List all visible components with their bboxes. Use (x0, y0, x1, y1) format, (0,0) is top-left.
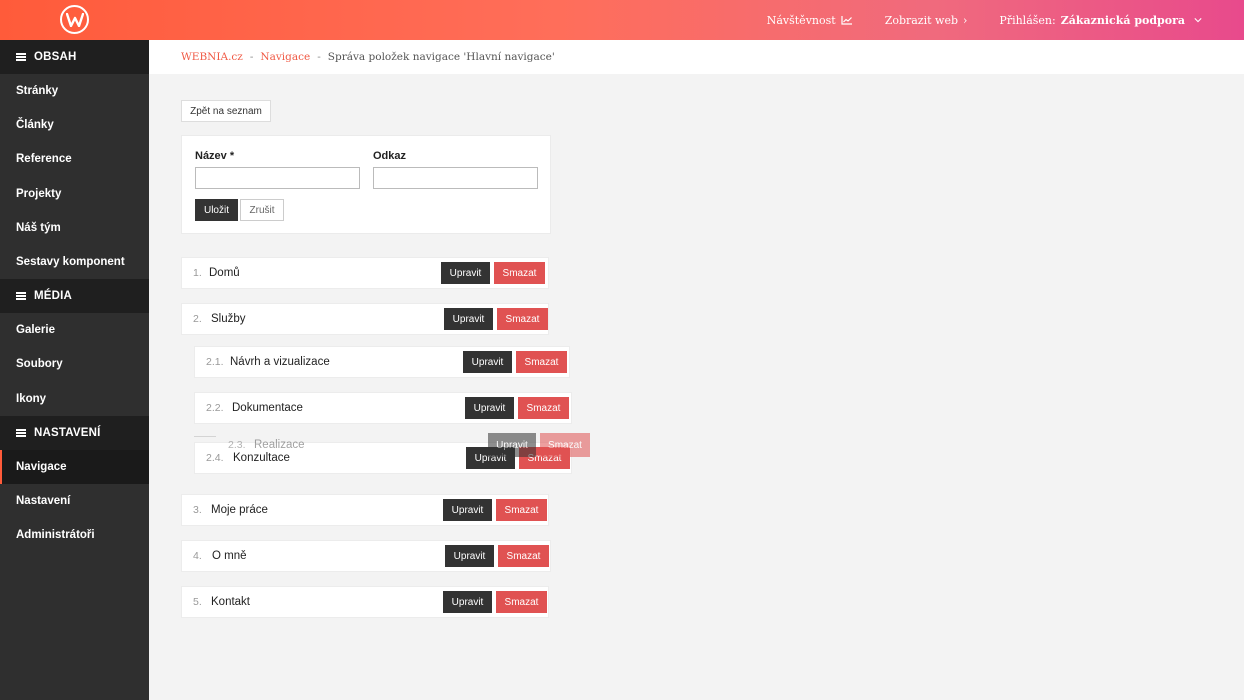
nav-item-row[interactable]: 2. Služby Upravit Smazat (181, 303, 549, 335)
sidebar-item-navigace[interactable]: Navigace (0, 449, 149, 484)
name-input[interactable] (195, 167, 360, 189)
delete-button[interactable]: Smazat (516, 351, 567, 373)
nav-item-name: Realizace (254, 439, 305, 451)
visits-label: Návštěvnost (766, 13, 836, 27)
top-links: Návštěvnost Zobrazit web › Přihlášen: Zá… (767, 0, 1202, 40)
nav-item-name: Kontakt (211, 596, 250, 608)
user-name: Zákaznická podpora (1060, 13, 1185, 27)
delete-button[interactable]: Smazat (497, 308, 548, 330)
delete-button[interactable]: Smazat (496, 591, 547, 613)
menu-icon (16, 428, 26, 437)
nav-item-number: 1. (193, 267, 202, 279)
edit-button[interactable]: Upravit (465, 397, 514, 419)
delete-button[interactable]: Smazat (518, 397, 569, 419)
edit-button[interactable]: Upravit (444, 308, 493, 330)
sidebar-item-projekty[interactable]: Projekty (0, 177, 149, 211)
nav-item-name: O mně (212, 550, 247, 562)
sidebar-section-obsah[interactable]: OBSAH (0, 40, 149, 74)
nav-item-number: 2.1. (206, 356, 224, 368)
edit-button[interactable]: Upravit (443, 591, 492, 613)
sidebar-item-nastaveni[interactable]: Nastavení (0, 484, 149, 518)
name-label: Název * (195, 150, 235, 162)
w-logo-glyph (65, 12, 84, 27)
edit-button[interactable]: Upravit (488, 433, 536, 457)
breadcrumb-separator: - (317, 51, 321, 63)
visits-link[interactable]: Návštěvnost (767, 14, 853, 27)
link-input[interactable] (373, 167, 538, 189)
sidebar-item-administratori[interactable]: Administrátoři (0, 518, 149, 552)
back-to-list-button[interactable]: Zpět na seznam (181, 100, 271, 122)
delete-button[interactable]: Smazat (540, 433, 590, 457)
sidebar-section-nastaveni[interactable]: NASTAVENÍ (0, 415, 149, 450)
sidebar-item-sestavy-komponent[interactable]: Sestavy komponent (0, 245, 149, 279)
delete-button[interactable]: Smazat (494, 262, 545, 284)
sidebar: OBSAH Stránky Články Reference Projekty … (0, 40, 149, 700)
sidebar-item-nas-tym[interactable]: Náš tým (0, 211, 149, 245)
nav-item-name: Dokumentace (232, 402, 303, 414)
save-button[interactable]: Uložit (195, 199, 238, 221)
sidebar-section-media[interactable]: MÉDIA (0, 279, 149, 314)
nav-item-name: Služby (211, 313, 246, 325)
sidebar-item-ikony[interactable]: Ikony (0, 382, 149, 416)
user-menu[interactable]: Přihlášen: Zákaznická podpora (999, 14, 1202, 27)
nav-item-name: Návrh a vizualizace (230, 356, 330, 368)
sidebar-item-soubory[interactable]: Soubory (0, 347, 149, 381)
edit-button[interactable]: Upravit (443, 499, 492, 521)
nav-item-number: 3. (193, 504, 202, 516)
nav-item-number: 2.3. (228, 439, 246, 451)
edit-button[interactable]: Upravit (463, 351, 512, 373)
section-title: MÉDIA (34, 290, 73, 303)
sidebar-item-galerie[interactable]: Galerie (0, 313, 149, 347)
top-bar: Návštěvnost Zobrazit web › Přihlášen: Zá… (0, 0, 1244, 40)
nav-item-row[interactable]: 1. Domů Upravit Smazat (181, 257, 549, 289)
show-web-link[interactable]: Zobrazit web › (885, 14, 968, 27)
cancel-button[interactable]: Zrušit (240, 199, 284, 221)
chevron-right-icon: › (963, 13, 968, 27)
nav-item-number: 2. (193, 313, 202, 325)
logged-in-label: Přihlášen: (999, 13, 1056, 27)
nav-item-name: Moje práce (211, 504, 268, 516)
breadcrumb-navigace[interactable]: Navigace (260, 51, 310, 63)
section-title: NASTAVENÍ (34, 426, 101, 439)
breadcrumb-home[interactable]: WEBNIA.cz (181, 51, 243, 63)
link-label: Odkaz (373, 150, 407, 162)
nav-subitem-row[interactable]: 2.1. Návrh a vizualizace Upravit Smazat (194, 346, 570, 378)
webnia-logo-icon[interactable] (60, 5, 89, 34)
dragging-item-ghost[interactable]: 2.3. Realizace Upravit Smazat (194, 433, 592, 459)
nav-item-row[interactable]: 3. Moje práce Upravit Smazat (181, 494, 549, 526)
chart-line-icon (841, 16, 852, 25)
menu-icon (16, 53, 26, 61)
section-title: OBSAH (34, 51, 77, 63)
breadcrumb-current: Správa položek navigace 'Hlavní navigace… (327, 51, 555, 63)
nav-subitem-row[interactable]: 2.2. Dokumentace Upravit Smazat (194, 392, 572, 424)
delete-button[interactable]: Smazat (498, 545, 549, 567)
nav-item-number: 5. (193, 596, 202, 608)
sidebar-item-stranky[interactable]: Stránky (0, 74, 149, 108)
drag-placeholder-line (194, 436, 216, 437)
chevron-down-icon (1194, 18, 1202, 23)
menu-icon (16, 292, 26, 301)
nav-item-row[interactable]: 5. Kontakt Upravit Smazat (181, 586, 549, 618)
show-web-label: Zobrazit web (884, 13, 959, 27)
sidebar-item-clanky[interactable]: Články (0, 108, 149, 142)
delete-button[interactable]: Smazat (496, 499, 547, 521)
edit-button[interactable]: Upravit (441, 262, 490, 284)
edit-button[interactable]: Upravit (445, 545, 494, 567)
nav-item-row[interactable]: 4. O mně Upravit Smazat (181, 540, 551, 572)
nav-item-number: 4. (193, 550, 202, 562)
sidebar-item-reference[interactable]: Reference (0, 142, 149, 176)
nav-item-name: Domů (209, 267, 240, 279)
breadcrumb: WEBNIA.cz - Navigace - Správa položek na… (149, 40, 1244, 74)
breadcrumb-separator: - (249, 51, 254, 63)
new-item-form: Název * Odkaz Uložit Zrušit (181, 135, 551, 234)
nav-item-number: 2.2. (206, 402, 224, 414)
